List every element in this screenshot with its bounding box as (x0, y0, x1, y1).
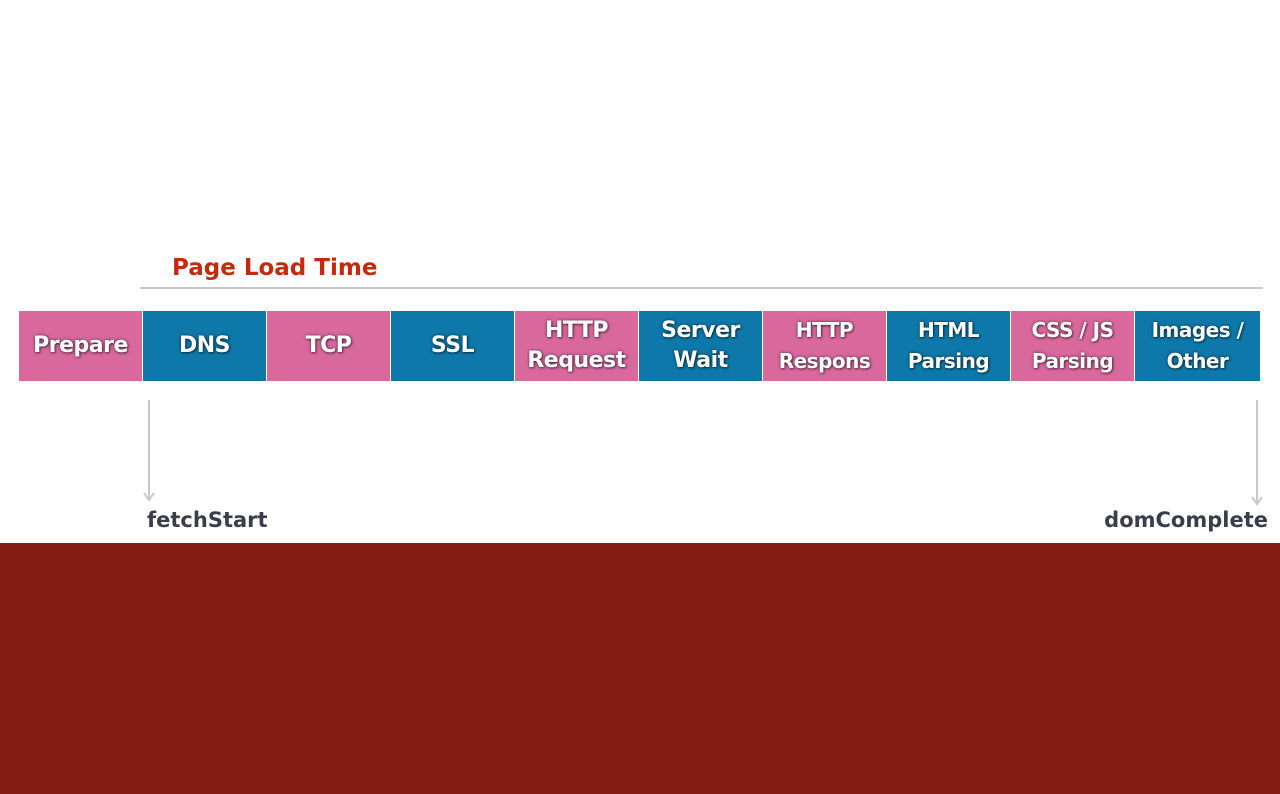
segment-images-other: Images / Other (1135, 311, 1260, 381)
segment-tcp: TCP (267, 311, 391, 381)
title-underline (140, 287, 1263, 289)
segment-label: HTTP Respons (778, 318, 871, 373)
fetch-start-arrow-icon (143, 400, 155, 502)
segment-http-request: HTTP Request (515, 311, 639, 381)
segment-html-parsing: HTML Parsing (887, 311, 1011, 381)
segment-label: Server Wait (661, 318, 740, 373)
segment-label: HTTP Request (527, 318, 626, 373)
segment-label: SSL (430, 333, 475, 358)
diagram-title: Page Load Time (172, 255, 378, 281)
segment-label: Images / Other (1151, 318, 1244, 373)
segment-label: CSS / JS Parsing (1031, 318, 1114, 373)
segment-css-js-parsing: CSS / JS Parsing (1011, 311, 1135, 381)
segment-dns: DNS (143, 311, 267, 381)
segment-server-wait: Server Wait (639, 311, 763, 381)
fetch-start-label: fetchStart (147, 508, 268, 532)
segment-prepare: Prepare (19, 311, 143, 381)
segment-label: TCP (305, 333, 352, 358)
dom-complete-arrow-icon (1251, 400, 1263, 506)
segment-label: Prepare (33, 333, 128, 358)
timeline-bar: Prepare DNS TCP SSL HTTP Request Server … (19, 311, 1260, 381)
slide: Page Load Time Prepare DNS TCP SSL HTTP … (0, 0, 1280, 794)
dom-complete-label: domComplete (1104, 508, 1268, 532)
segment-ssl: SSL (391, 311, 515, 381)
segment-label: HTML Parsing (907, 318, 990, 373)
segment-http-response: HTTP Respons (763, 311, 887, 381)
footer-band (0, 543, 1280, 794)
segment-label: DNS (178, 333, 231, 358)
